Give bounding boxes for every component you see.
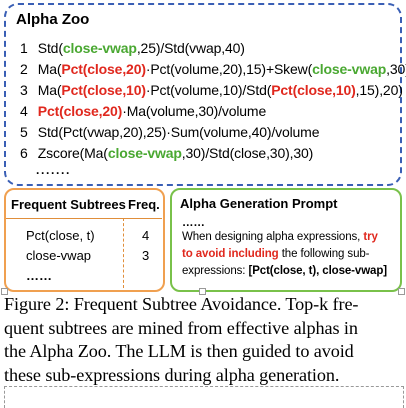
prompt-highlight: to avoid including xyxy=(182,248,279,260)
line-number: 2 xyxy=(20,61,28,77)
prompt-line-3: expressions: [Pct(close, t), close-vwap] xyxy=(182,265,387,277)
expression-text: Std( xyxy=(37,40,63,56)
frequent-subtree-red: Pct(close,10) xyxy=(61,82,146,98)
frequent-subtree-green: close-vwap xyxy=(107,145,182,161)
expression-text: Ma( xyxy=(37,61,62,77)
table-header-divider xyxy=(6,218,162,219)
line-number: 5 xyxy=(20,124,28,140)
expression-text: ,25)/Std(vwap,40) xyxy=(136,40,245,56)
alpha-generation-prompt-panel: Alpha Generation Prompt …… When designin… xyxy=(170,188,402,292)
line-number: 1 xyxy=(20,40,28,56)
prompt-line-2: to avoid including the following sub- xyxy=(182,248,370,260)
prompt-title: Alpha Generation Prompt xyxy=(180,196,338,211)
line-number: 6 xyxy=(20,145,28,161)
alpha-expression-line: 3 Ma(Pct(close,10)·Pct(volume,10)/Std(Pc… xyxy=(20,82,403,98)
frequent-subtrees-header: Frequent Subtrees xyxy=(11,197,126,212)
alpha-expression-line: 6 Zscore(Ma(close-vwap,30)/Std(close,30)… xyxy=(20,145,313,161)
alpha-expression-line: 2 Ma(Pct(close,20)·Pct(volume,20),15)+Sk… xyxy=(20,61,406,77)
alpha-expression-line: 5 Std(Pct(vwap,20),25)·Sum(volume,40)/vo… xyxy=(20,124,319,140)
expression-text: ,15),20) xyxy=(355,82,403,98)
expression-text: Std(Pct(vwap,20),25)·Sum(volume,40)/volu… xyxy=(37,124,320,140)
frequency-cell: 3 xyxy=(142,248,150,263)
prompt-text: expressions: xyxy=(182,265,246,277)
expression-text: ,30) xyxy=(386,61,406,77)
frequent-subtree-green: close-vwap xyxy=(312,61,387,77)
caption-line: quent subtrees are mined from effective … xyxy=(4,317,358,338)
expression-text: ·Pct(volume,10)/Std( xyxy=(145,82,272,98)
caption-line: the Alpha Zoo. The LLM is then guided to… xyxy=(4,341,354,361)
frequent-subtree-green: close-vwap xyxy=(62,40,137,56)
caption-line: these sub-expressions during alpha gener… xyxy=(4,364,340,385)
frequent-subtrees-panel: Frequent Subtrees Freq. Pct(close, t) 4 … xyxy=(4,188,165,292)
prompt-text: When designing alpha expressions, xyxy=(182,231,361,243)
expression-text: ·Pct(volume,20),15)+Skew( xyxy=(145,61,313,77)
frequent-subtree-red: Pct(close,20) xyxy=(61,61,146,77)
alpha-zoo-panel: Alpha Zoo 1 Std(close-vwap,25)/Std(vwap,… xyxy=(4,3,406,186)
frequency-header: Freq. xyxy=(128,197,160,212)
subtree-cell: Pct(close, t) xyxy=(26,228,95,243)
frequent-subtree-red: Pct(close,20) xyxy=(37,103,123,119)
caption-frame xyxy=(4,386,404,408)
frequency-cell: 4 xyxy=(142,228,150,243)
line-number: 3 xyxy=(20,82,28,98)
expression-text: ,30)/Std(close,30),30) xyxy=(181,145,314,161)
line-number: 4 xyxy=(20,103,28,119)
table-column-divider xyxy=(123,218,124,288)
prompt-text: the following sub- xyxy=(281,248,370,260)
caption-line: Figure 2: Frequent Subtree Avoidance. To… xyxy=(4,294,359,314)
prompt-ellipsis: …… xyxy=(182,217,205,229)
subtree-cell: close-vwap xyxy=(26,248,92,263)
subtrees-ellipsis: …… xyxy=(26,268,52,283)
prompt-highlight: try xyxy=(363,231,378,243)
frequent-subtree-red: Pct(close,10) xyxy=(271,82,356,98)
alpha-expression-line: 4 Pct(close,20)·Ma(volume,30)/volume xyxy=(20,103,266,119)
alpha-zoo-title: Alpha Zoo xyxy=(16,11,90,28)
expression-text: Zscore(Ma( xyxy=(37,145,108,161)
expression-text: Ma( xyxy=(37,82,62,98)
alpha-expression-line: 1 Std(close-vwap,25)/Std(vwap,40) xyxy=(20,40,245,56)
alpha-zoo-ellipsis: ······· xyxy=(36,166,71,180)
expression-text: ·Ma(volume,30)/volume xyxy=(122,103,267,119)
figure-caption: Figure 2: Frequent Subtree Avoidance. To… xyxy=(4,293,402,387)
prompt-avoid-list: [Pct(close, t), close-vwap] xyxy=(248,265,387,277)
prompt-line-1: When designing alpha expressions, try xyxy=(182,231,378,243)
